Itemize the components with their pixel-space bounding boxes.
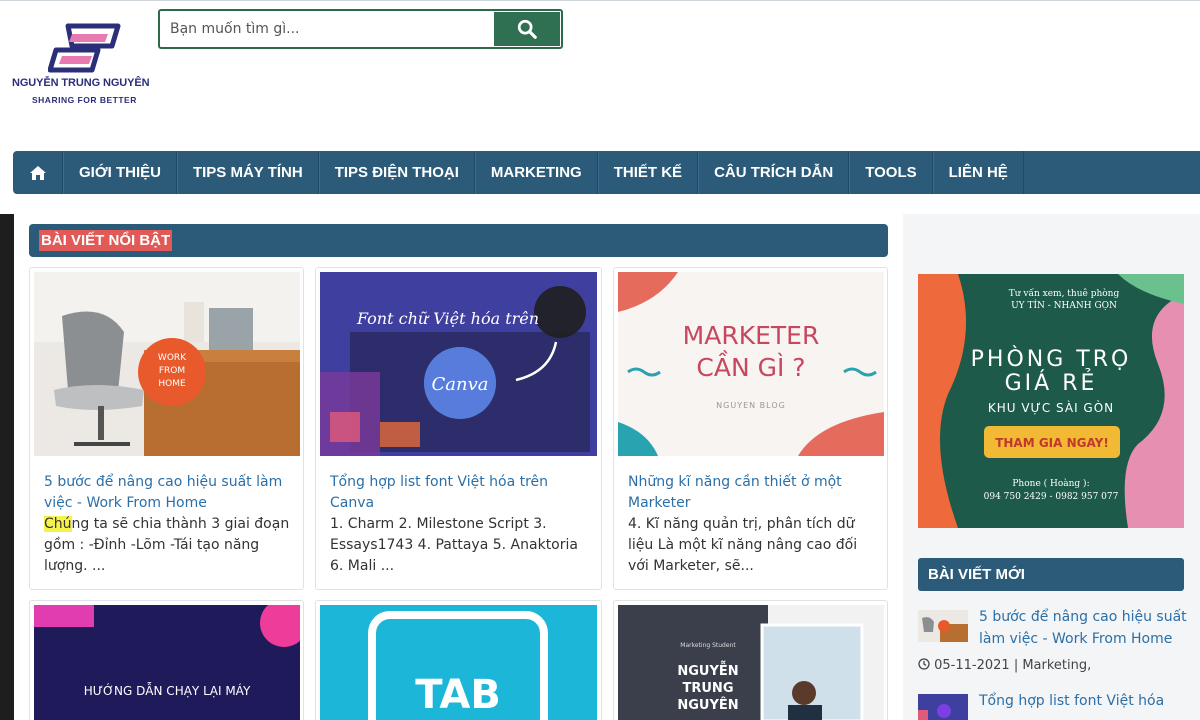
- post-snippet: 4. Kĩ năng quản trị, phân tích dữ liệu L…: [628, 516, 858, 574]
- logo-name: NGUYỄN TRUNG NGUYÊN: [12, 77, 150, 89]
- post-thumbnail[interactable]: Marketing Student NGUYỄN TRUNG NGUYÊN: [618, 605, 884, 720]
- recent-post-thumbnail[interactable]: [918, 694, 968, 720]
- logo-mark-icon: [48, 23, 121, 73]
- featured-section-header: BÀI VIẾT NỔI BẬT: [29, 224, 888, 257]
- thumb-text: CẦN GÌ ?: [696, 350, 805, 382]
- recent-post-link[interactable]: Tổng hợp list font Việt hóa: [979, 690, 1189, 712]
- thumb-text: WORK: [158, 353, 187, 363]
- clock-icon: [918, 658, 930, 670]
- ad-text: Tư vấn xem, thuê phòng: [1009, 288, 1120, 299]
- ad-text: 094 750 2429 - 0982 957 077: [984, 492, 1119, 502]
- post-thumbnail[interactable]: TAB: [320, 605, 597, 720]
- thumb-text: HƯỚNG DẪN CHẠY LẠI MÁY: [84, 682, 251, 698]
- canva-font-thumb: [918, 694, 968, 720]
- recent-post-link[interactable]: 5 bước để nâng cao hiệu suất làm việc - …: [979, 606, 1189, 650]
- nav-item-tips-dien-thoai[interactable]: TIPS ĐIỆN THOẠI: [318, 151, 475, 194]
- recent-post-thumbnail[interactable]: [918, 610, 968, 642]
- ad-cta[interactable]: THAM GIA NGAY!: [995, 436, 1109, 450]
- sidebar-ad-banner[interactable]: Tư vấn xem, thuê phòng UY TÍN - NHANH GỌ…: [918, 274, 1184, 528]
- recent-posts-header: BÀI VIẾT MỚI: [918, 558, 1184, 591]
- search-highlight: Chú: [44, 516, 72, 532]
- recent-post-date: 05-11-2021 | Marketing,: [934, 658, 1092, 673]
- left-dark-strip: [0, 214, 14, 720]
- thumb-text: MARKETER: [683, 321, 820, 350]
- thumb-text: TAB: [415, 672, 501, 718]
- post-card[interactable]: HƯỚNG DẪN CHẠY LẠI MÁY: [29, 600, 304, 720]
- ad-subtitle: KHU VỰC SÀI GÒN: [988, 400, 1114, 415]
- post-snippet: Chúng ta sẽ chia thành 3 giai đoạn gồm :…: [44, 514, 294, 577]
- site-logo[interactable]: NGUYỄN TRUNG NGUYÊN SHARING FOR BETTER: [12, 20, 162, 110]
- ad-text: UY TÍN - NHANH GỌN: [1011, 299, 1117, 311]
- thumb-text: NGUYÊN: [677, 697, 738, 713]
- nav-item-tools[interactable]: TOOLS: [849, 151, 933, 194]
- nav-item-cau-trich-dan[interactable]: CÂU TRÍCH DẪN: [698, 151, 850, 194]
- work-from-home-thumb: [918, 610, 968, 642]
- search-icon: [517, 19, 537, 39]
- main-nav: GIỚI THIỆU TIPS MÁY TÍNH TIPS ĐIỆN THOẠI…: [13, 151, 1200, 194]
- nav-item-gioi-thieu[interactable]: GIỚI THIỆU: [63, 151, 177, 194]
- tab-image: TAB: [320, 605, 597, 720]
- ad-title: PHÒNG TRỌ: [971, 346, 1132, 372]
- marketer-image: MARKETER CẦN GÌ ? NGUYEN BLOG: [618, 272, 884, 456]
- post-thumbnail[interactable]: HƯỚNG DẪN CHẠY LẠI MÁY: [34, 605, 300, 720]
- search-button[interactable]: [494, 12, 560, 46]
- post-card[interactable]: WORK FROM HOME 5 bước để nâng cao hiệu s…: [29, 267, 304, 590]
- home-icon: [29, 165, 46, 180]
- featured-section-title: BÀI VIẾT NỔI BẬT: [39, 230, 173, 251]
- thumb-text: NGUYEN BLOG: [716, 401, 786, 410]
- post-snippet: 1. Charm 2. Milestone Script 3. Essays17…: [330, 516, 578, 574]
- top-border: [0, 0, 1200, 1]
- post-card[interactable]: Marketing Student NGUYỄN TRUNG NGUYÊN: [613, 600, 888, 720]
- recent-post-meta: 05-11-2021 | Marketing,: [918, 658, 1091, 673]
- reset-guide-image: HƯỚNG DẪN CHẠY LẠI MÁY: [34, 605, 300, 720]
- work-from-home-image: WORK FROM HOME: [34, 272, 300, 456]
- post-card[interactable]: Font chữ Việt hóa trên Canva Tổng hợp li…: [315, 267, 602, 590]
- post-thumbnail[interactable]: MARKETER CẦN GÌ ? NGUYEN BLOG: [618, 272, 884, 456]
- thumb-text: Canva: [432, 374, 489, 395]
- profile-image: Marketing Student NGUYỄN TRUNG NGUYÊN: [618, 605, 884, 720]
- thumb-text: TRUNG: [683, 681, 734, 696]
- room-rental-ad-image: Tư vấn xem, thuê phòng UY TÍN - NHANH GỌ…: [918, 274, 1184, 528]
- search-box: [158, 9, 563, 49]
- thumb-text: NGUYỄN: [677, 662, 738, 679]
- thumb-text: HOME: [158, 379, 186, 389]
- logo-tagline: SHARING FOR BETTER: [32, 95, 137, 105]
- post-snippet-text: ng ta sẽ chia thành 3 giai đoạn gồm : -Đ…: [44, 516, 290, 574]
- post-thumbnail[interactable]: Font chữ Việt hóa trên Canva: [320, 272, 597, 456]
- post-thumbnail[interactable]: WORK FROM HOME: [34, 272, 300, 456]
- post-title-link[interactable]: Tổng hợp list font Việt hóa trên Canva: [330, 472, 595, 514]
- post-card[interactable]: MARKETER CẦN GÌ ? NGUYEN BLOG Những kĩ n…: [613, 267, 888, 590]
- search-input[interactable]: [160, 11, 494, 47]
- post-title-link[interactable]: 5 bước để nâng cao hiệu suất làm việc - …: [44, 472, 294, 514]
- post-title-link[interactable]: Những kĩ năng cần thiết ở một Marketer: [628, 472, 878, 514]
- thumb-text: Font chữ Việt hóa trên: [356, 309, 539, 328]
- nav-item-thiet-ke[interactable]: THIẾT KẾ: [597, 151, 699, 194]
- ad-title: GIÁ RẺ: [1005, 369, 1098, 396]
- ad-text: Phone ( Hoàng ):: [1012, 478, 1089, 489]
- nav-item-tips-may-tinh[interactable]: TIPS MÁY TÍNH: [176, 151, 319, 194]
- canva-font-image: Font chữ Việt hóa trên Canva: [320, 272, 597, 456]
- nav-home[interactable]: [13, 151, 63, 194]
- post-card[interactable]: TAB: [315, 600, 602, 720]
- recent-posts-title: BÀI VIẾT MỚI: [928, 566, 1025, 583]
- nav-item-marketing[interactable]: MARKETING: [474, 151, 598, 194]
- thumb-text: Marketing Student: [680, 642, 736, 649]
- nav-item-lien-he[interactable]: LIÊN HỆ: [932, 151, 1024, 194]
- thumb-text: FROM: [159, 366, 185, 376]
